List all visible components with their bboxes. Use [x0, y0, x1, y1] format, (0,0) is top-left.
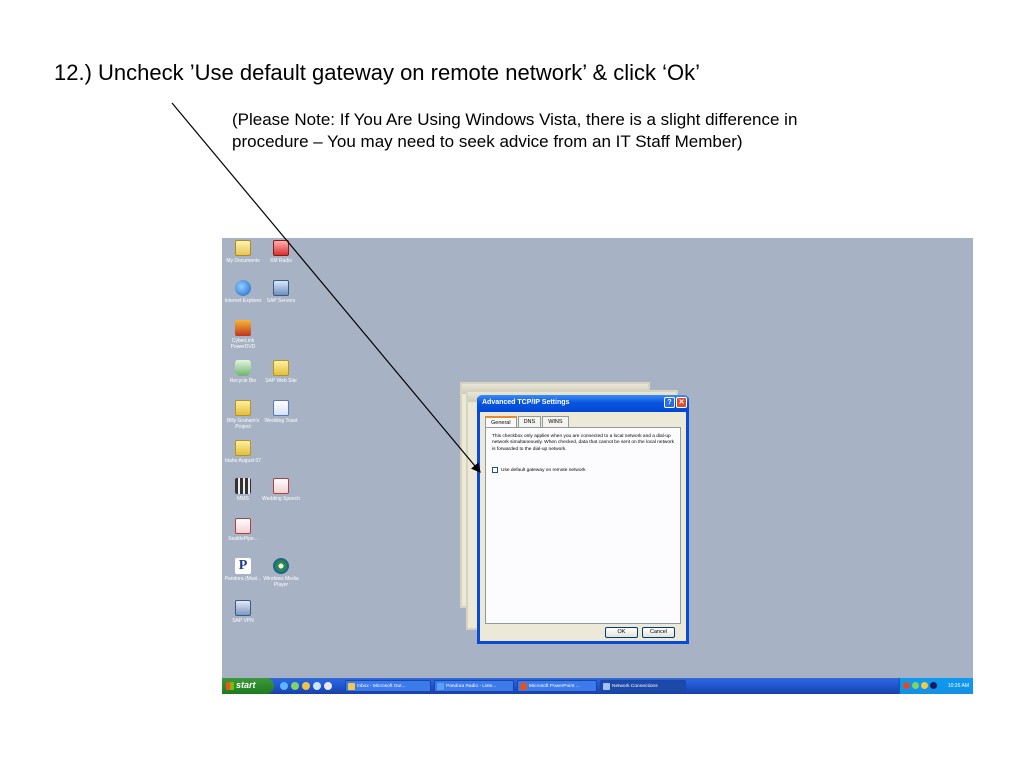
desktop-icon-sap-vpn[interactable]: SAP VPN: [222, 600, 264, 624]
my-documents-icon: [235, 240, 251, 256]
outlook-icon: [348, 683, 355, 690]
advanced-tcpip-dialog: Advanced TCP/IP Settings ? ✕ General DNS…: [477, 395, 689, 644]
word-document-icon: [273, 478, 289, 494]
slide-note: (Please Note: If You Are Using Windows V…: [232, 109, 932, 153]
slide-note-line-2: procedure – You may need to seek advice …: [232, 132, 743, 152]
desktop-icon-seattlepipe[interactable]: SeattlePipe...: [222, 518, 264, 542]
desktop-icon-windows-media-player[interactable]: Windows Media Player: [260, 558, 302, 588]
powerdvd-icon: [235, 320, 251, 336]
tab-dns[interactable]: DNS: [517, 416, 542, 427]
quicklaunch-app-icon[interactable]: [324, 682, 332, 690]
folder-icon: [235, 400, 251, 416]
quicklaunch-media-icon[interactable]: [313, 682, 321, 690]
tray-app-icon[interactable]: [921, 682, 928, 689]
close-button[interactable]: ✕: [676, 397, 687, 408]
task-inbox[interactable]: Inbox - Microsoft Out...: [345, 680, 431, 692]
desktop-icon-billy-grahams-project[interactable]: Billy Graham's Project: [222, 400, 264, 430]
default-gateway-row[interactable]: Use default gateway on remote network: [492, 467, 586, 473]
tray-volume-icon[interactable]: [930, 682, 937, 689]
desktop-icon-wedding-speech[interactable]: Wedding Speech: [260, 478, 302, 502]
xm-radio-icon: [273, 240, 289, 256]
media-player-icon: [273, 558, 289, 574]
quicklaunch-outlook-icon[interactable]: [302, 682, 310, 690]
tray-security-icon[interactable]: [903, 682, 910, 689]
pdf-icon: [235, 518, 251, 534]
sap-web-site-icon: [273, 360, 289, 376]
windows-logo-icon: [226, 682, 234, 690]
vpn-icon: [235, 600, 251, 616]
tab-wins[interactable]: WINS: [542, 416, 569, 427]
desktop-icon-idaho-august[interactable]: Idaho August 07: [222, 440, 264, 464]
dialog-title: Advanced TCP/IP Settings: [482, 399, 570, 406]
desktop-icon-xm-radio[interactable]: XM Radio: [260, 240, 302, 264]
default-gateway-label[interactable]: Use default gateway on remote network: [501, 468, 586, 473]
network-icon: [603, 683, 610, 690]
task-pandora[interactable]: Pandora Radio - Liste...: [434, 680, 514, 692]
powerpoint-icon: [520, 683, 527, 690]
start-button[interactable]: start: [222, 678, 274, 694]
folder-icon: [235, 440, 251, 456]
task-powerpoint[interactable]: Microsoft PowerPoint ...: [517, 680, 597, 692]
quicklaunch-desktop-icon[interactable]: [291, 682, 299, 690]
sap-servers-icon: [273, 280, 289, 296]
desktop-icon-recycle-bin[interactable]: Recycle Bin: [222, 360, 264, 384]
general-panel: This checkbox only applies when you are …: [485, 427, 681, 624]
recycle-bin-icon: [235, 360, 251, 376]
ok-button[interactable]: OK: [605, 627, 638, 638]
description-text: This checkbox only applies when you are …: [492, 434, 675, 452]
slide-title: 12.) Uncheck ’Use default gateway on rem…: [54, 60, 701, 85]
desktop-icon-mms[interactable]: MMS: [222, 478, 264, 502]
internet-explorer-icon: [235, 280, 251, 296]
desktop-icon-sap-web-site[interactable]: SAP Web Site: [260, 360, 302, 384]
desktop-icon-sap-servers[interactable]: SAP Servers: [260, 280, 302, 304]
mms-icon: [235, 478, 251, 494]
desktop-screenshot: My Documents XM Radio Internet Explorer …: [222, 238, 973, 694]
pandora-icon: P: [235, 558, 251, 574]
clock[interactable]: 10:26 AM: [948, 683, 969, 689]
system-tray: 10:26 AM: [899, 678, 973, 694]
cancel-button[interactable]: Cancel: [642, 627, 675, 638]
task-network-connections[interactable]: Network Connections: [600, 680, 686, 692]
tray-network-icon[interactable]: [912, 682, 919, 689]
desktop-icon-pandora[interactable]: P Pandora (Musi...: [222, 558, 264, 582]
quicklaunch-ie-icon[interactable]: [280, 682, 288, 690]
dialog-titlebar[interactable]: Advanced TCP/IP Settings ? ✕: [477, 395, 689, 412]
taskbar: start Inbox - Microsoft Out... Pandora R…: [222, 678, 973, 694]
help-button[interactable]: ?: [664, 397, 675, 408]
ie-icon: [437, 683, 444, 690]
default-gateway-checkbox[interactable]: [492, 467, 498, 473]
slide-note-line-1: (Please Note: If You Are Using Windows V…: [232, 110, 798, 129]
desktop-icon-internet-explorer[interactable]: Internet Explorer: [222, 280, 264, 304]
desktop-icon-my-documents[interactable]: My Documents: [222, 240, 264, 264]
word-document-icon: [273, 400, 289, 416]
desktop-icon-powerdvd[interactable]: CyberLink PowerDVD: [222, 320, 264, 350]
desktop-icon-wedding-toast[interactable]: Wedding Toast: [260, 400, 302, 424]
start-label: start: [236, 680, 256, 690]
